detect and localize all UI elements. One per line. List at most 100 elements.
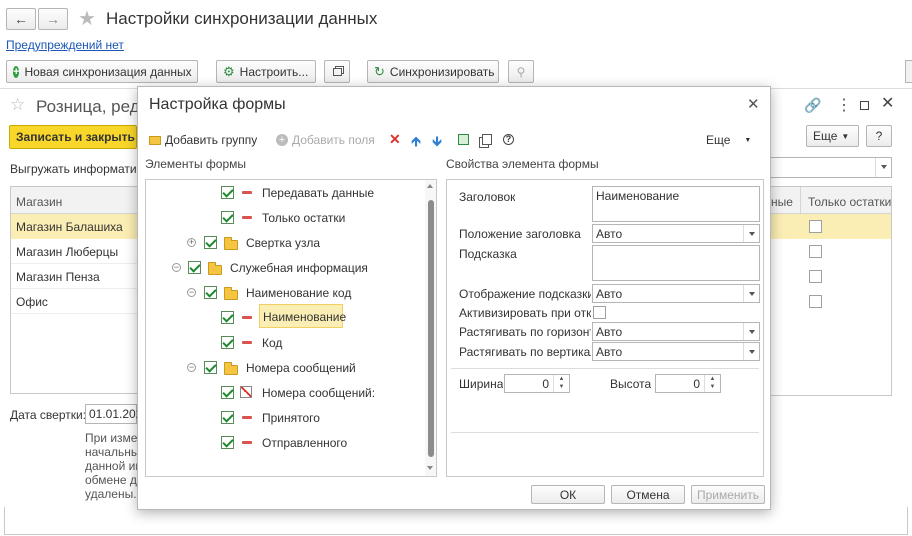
dialog-close-icon[interactable]: ✕ — [747, 95, 760, 113]
collapse-icon[interactable]: − — [187, 288, 196, 297]
only-rest-checkbox[interactable] — [809, 270, 822, 283]
selected-row-bg — [769, 214, 891, 239]
column-header-only-rest[interactable]: Только остатки — [801, 187, 891, 214]
tree-item[interactable]: Принятого — [262, 411, 320, 425]
hint-field[interactable] — [592, 245, 760, 281]
tree-checkbox[interactable] — [221, 411, 234, 424]
tree-checkbox[interactable] — [221, 211, 234, 224]
divider — [451, 368, 759, 369]
add-group-button[interactable]: Добавить группу — [149, 133, 257, 147]
props-header: Свойства элемента формы — [446, 157, 599, 171]
hint-display-label: Отображение подсказки — [459, 287, 591, 301]
note-line: данной ин — [85, 459, 142, 473]
scroll-down-arrow[interactable] — [427, 466, 433, 470]
tree-item[interactable]: Передавать данные — [262, 186, 374, 200]
tree-item[interactable]: Отправленного — [262, 436, 347, 450]
maximize-icon[interactable] — [860, 101, 869, 110]
close-icon[interactable]: ✕ — [881, 93, 894, 113]
activate-checkbox[interactable] — [593, 306, 606, 319]
chevron-down-icon: ▼ — [744, 136, 752, 144]
only-rest-checkbox[interactable] — [809, 245, 822, 258]
tree-checkbox[interactable] — [204, 361, 217, 374]
synchronize-button[interactable]: ↻ Синхронизировать — [367, 60, 499, 83]
only-rest-checkbox[interactable] — [809, 220, 822, 233]
copy-icon[interactable] — [482, 134, 492, 145]
folder-icon — [224, 362, 238, 375]
warnings-link[interactable]: Предупреждений нет — [6, 38, 124, 52]
apply-button[interactable]: Применить — [691, 485, 765, 504]
check-all-icon[interactable] — [458, 134, 469, 145]
tree-item[interactable]: Только остатки — [262, 211, 345, 225]
scroll-thumb[interactable] — [428, 200, 434, 457]
table-row[interactable]: Магазин Люберцы — [11, 239, 137, 264]
tree-checkbox[interactable] — [221, 386, 234, 399]
dialog-more-button[interactable]: Еще ▼ — [706, 133, 751, 147]
caption-position-select[interactable]: Авто — [592, 224, 760, 243]
tree-item[interactable]: Свертка узла — [246, 236, 320, 250]
hint-display-select[interactable]: Авто — [592, 284, 760, 303]
right-edge-button[interactable] — [905, 60, 912, 83]
ok-button[interactable]: ОК — [531, 485, 605, 504]
open-window-button[interactable] — [324, 60, 350, 83]
tree-item-selected[interactable]: Наименование — [263, 310, 346, 324]
collapse-date-field[interactable]: 01.01.202 — [85, 404, 142, 424]
tree-checkbox[interactable] — [204, 286, 217, 299]
scrollbar[interactable] — [425, 180, 436, 476]
search-button[interactable]: ⚲ — [508, 60, 534, 83]
table-row[interactable]: Офис — [11, 289, 137, 314]
folder-add-icon — [149, 135, 161, 145]
configure-button[interactable]: ⚙ Настроить... — [216, 60, 316, 83]
column-header-partial[interactable]: ные — [769, 187, 801, 214]
dropdown-icon — [743, 225, 759, 242]
stretch-v-select[interactable]: Авто — [592, 342, 760, 361]
tree-item[interactable]: Номера сообщений: — [262, 386, 375, 400]
note-line: обмене да — [85, 473, 144, 487]
tree-checkbox[interactable] — [204, 236, 217, 249]
field-minus-icon — [242, 441, 252, 444]
divider — [451, 432, 759, 433]
table-row[interactable]: Магазин Пенза — [11, 264, 137, 289]
stepper-arrows-icon[interactable]: ▲ ▼ — [553, 375, 569, 392]
search-icon: ⚲ — [516, 64, 526, 79]
tree-checkbox[interactable] — [221, 336, 234, 349]
width-stepper[interactable]: 0 ▲ ▼ — [504, 374, 570, 393]
tree-item[interactable]: Служебная информация — [230, 261, 368, 275]
folder-icon — [224, 237, 238, 250]
collapse-icon[interactable]: − — [187, 363, 196, 372]
column-header-store[interactable]: Магазин — [11, 187, 137, 214]
tree-checkbox[interactable] — [221, 186, 234, 199]
move-up-icon[interactable]: 🡹 — [411, 131, 421, 155]
save-close-button[interactable]: Записать и закрыть — [9, 125, 137, 149]
collapse-icon[interactable]: − — [172, 263, 181, 272]
star-icon[interactable]: ☆ — [10, 95, 25, 115]
table-row[interactable]: Магазин Балашиха — [11, 214, 137, 239]
back-button[interactable]: ← — [6, 8, 36, 30]
right-table: ные Только остатки — [768, 186, 892, 396]
caption-field[interactable]: Наименование — [592, 186, 760, 222]
more-vert-icon[interactable]: ⋮ — [836, 95, 852, 115]
tree-checkbox[interactable] — [221, 436, 234, 449]
stepper-arrows-icon[interactable]: ▲ ▼ — [704, 375, 720, 392]
tree-checkbox[interactable] — [188, 261, 201, 274]
tree-item[interactable]: Номера сообщений — [246, 361, 356, 375]
link-icon[interactable]: 🔗 — [804, 97, 821, 114]
bg-select-field[interactable] — [768, 157, 892, 178]
favorite-star-icon[interactable]: ★ — [78, 6, 96, 31]
stretch-h-select[interactable]: Авто — [592, 322, 760, 341]
scroll-up-arrow[interactable] — [427, 184, 433, 188]
help-circle-icon[interactable]: ? — [503, 134, 514, 145]
forward-button[interactable]: → — [38, 8, 68, 30]
move-down-icon[interactable]: 🡻 — [432, 131, 442, 155]
bottom-panel-border — [4, 507, 908, 535]
expand-icon[interactable]: + — [187, 238, 196, 247]
dropdown-icon — [743, 343, 759, 360]
only-rest-checkbox[interactable] — [809, 295, 822, 308]
tree-checkbox[interactable] — [221, 311, 234, 324]
new-sync-button[interactable]: + Новая синхронизация данных — [6, 60, 198, 83]
tree-item[interactable]: Наименование код — [246, 286, 351, 300]
delete-icon[interactable]: ✕ — [389, 131, 401, 148]
height-stepper[interactable]: 0 ▲ ▼ — [655, 374, 721, 393]
add-fields-button[interactable]: + Добавить поля — [276, 133, 375, 147]
cancel-button[interactable]: Отмена — [611, 485, 685, 504]
tree-item[interactable]: Код — [262, 336, 282, 350]
